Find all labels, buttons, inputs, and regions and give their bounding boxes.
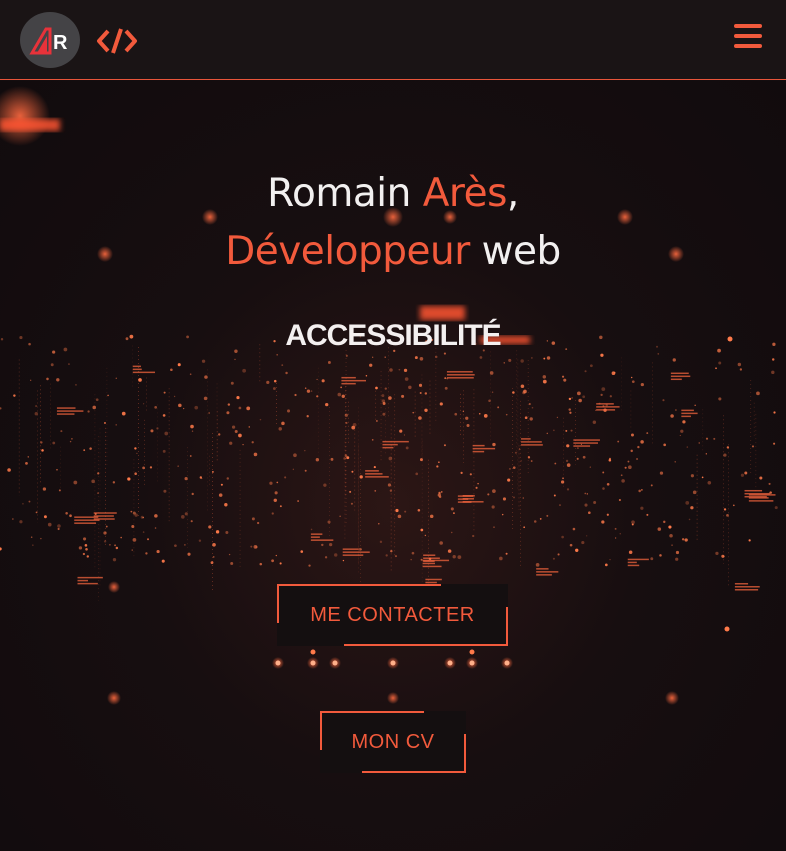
site-header: R xyxy=(0,0,786,80)
last-name: Arès xyxy=(422,171,508,216)
title-comma: , xyxy=(506,171,519,216)
role-web: web xyxy=(481,229,562,274)
first-name: Romain xyxy=(267,171,411,216)
role-word: Développeur xyxy=(225,229,470,274)
hero-subtitle: ACCESSIBILITÉ xyxy=(285,319,501,352)
contact-button[interactable]: ME CONTACTER xyxy=(277,584,509,646)
ar-logo-icon[interactable]: R xyxy=(20,12,80,68)
hamburger-menu-icon[interactable] xyxy=(734,24,762,48)
code-brackets-icon xyxy=(96,26,138,61)
hero-section: Romain Arès, Développeur web ACCESSIBILI… xyxy=(0,81,786,851)
svg-text:R: R xyxy=(53,32,68,54)
cv-button[interactable]: MON CV xyxy=(320,711,467,773)
hero-title: Romain Arès, Développeur web xyxy=(0,165,786,281)
